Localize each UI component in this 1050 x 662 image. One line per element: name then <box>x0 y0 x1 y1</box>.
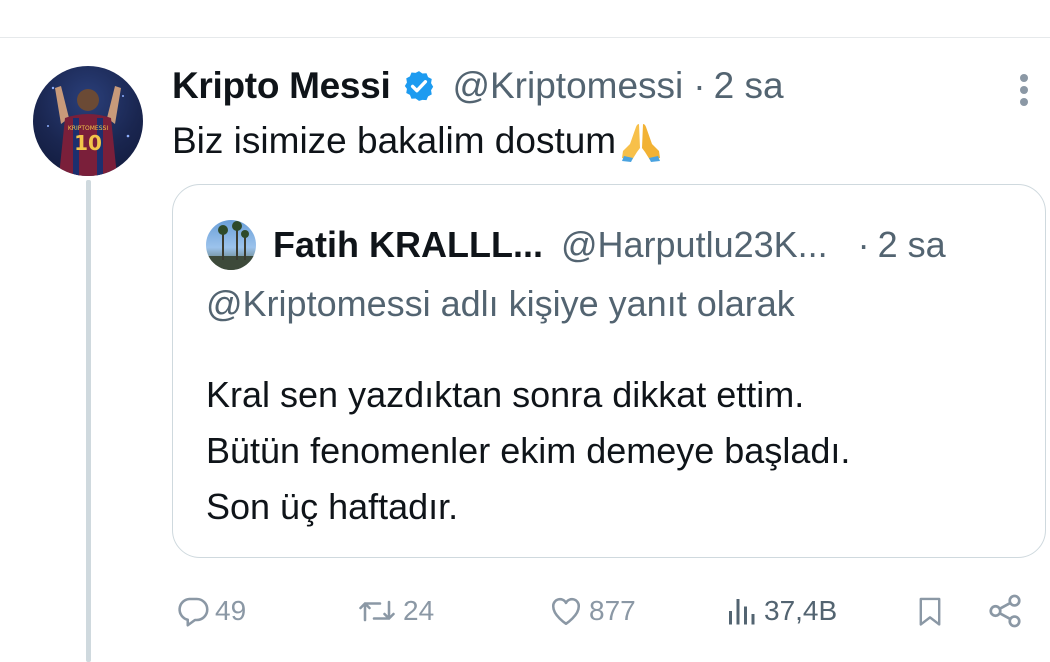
action-bar: 49 24 877 37,4B <box>0 586 1050 636</box>
like-button[interactable]: 877 <box>547 586 636 636</box>
separator-dot: · <box>693 65 706 106</box>
tweet-time[interactable]: 2 sa <box>714 65 784 107</box>
repost-button[interactable]: 24 <box>355 586 434 636</box>
quoted-reply-context[interactable]: @Kriptomessi adlı kişiye yanıt olarak <box>206 283 795 325</box>
like-count: 877 <box>589 595 636 626</box>
quoted-text: Kral sen yazdıktan sonra dikkat ettim. B… <box>206 367 850 535</box>
reply-count: 49 <box>215 595 247 626</box>
quoted-author-handle[interactable]: @Harputlu23K... <box>561 224 828 266</box>
quoted-text-line: Kral sen yazdıktan sonra dikkat ettim. <box>206 374 805 415</box>
quoted-text-line: Son üç haftadır. <box>206 486 459 527</box>
views-button[interactable]: 37,4B <box>722 586 837 636</box>
author-name[interactable]: Kripto Messi <box>172 65 391 107</box>
tweet-text: Biz isimize bakalim dostum <box>172 118 664 164</box>
views-count: 37,4B <box>764 595 838 626</box>
views-bar-chart-icon <box>729 599 755 625</box>
top-divider <box>0 37 1050 38</box>
quoted-separator-dot: · <box>857 224 870 265</box>
bookmark-button[interactable] <box>913 586 947 636</box>
verified-badge-icon <box>402 69 436 103</box>
quoted-author-avatar[interactable] <box>206 220 256 270</box>
quoted-header: Fatih KRALLL... @Harputlu23K... · 2 sa <box>273 221 946 269</box>
tweet-header: Kripto Messi @Kriptomessi · 2 sa <box>172 62 784 110</box>
repost-count: 24 <box>403 595 435 626</box>
avatar-jersey-number: 10 <box>74 131 102 155</box>
reply-icon <box>178 597 209 627</box>
reply-button[interactable]: 49 <box>175 586 246 636</box>
share-icon <box>989 594 1021 628</box>
repost-icon <box>359 600 395 622</box>
author-handle[interactable]: @Kriptomessi <box>452 65 683 107</box>
quoted-avatar-image <box>206 221 256 270</box>
heart-icon <box>551 597 581 626</box>
more-vertical-icon[interactable] <box>1013 70 1037 110</box>
folded-hands-emoji <box>618 118 664 164</box>
quoted-text-line: Bütün fenomenler ekim demeye başladı. <box>206 430 851 471</box>
tweet-text-content: Biz isimize bakalim dostum <box>172 120 617 161</box>
avatar-image: KRIPTOMESSI 10 <box>47 86 130 176</box>
share-button[interactable] <box>985 586 1025 636</box>
quoted-tweet[interactable]: Fatih KRALLL... @Harputlu23K... · 2 sa @… <box>172 184 1046 558</box>
quoted-time[interactable]: 2 sa <box>878 224 946 266</box>
quoted-author-name[interactable]: Fatih KRALLL... <box>273 224 543 266</box>
author-avatar[interactable]: KRIPTOMESSI 10 <box>33 66 143 176</box>
bookmark-icon <box>919 597 941 626</box>
